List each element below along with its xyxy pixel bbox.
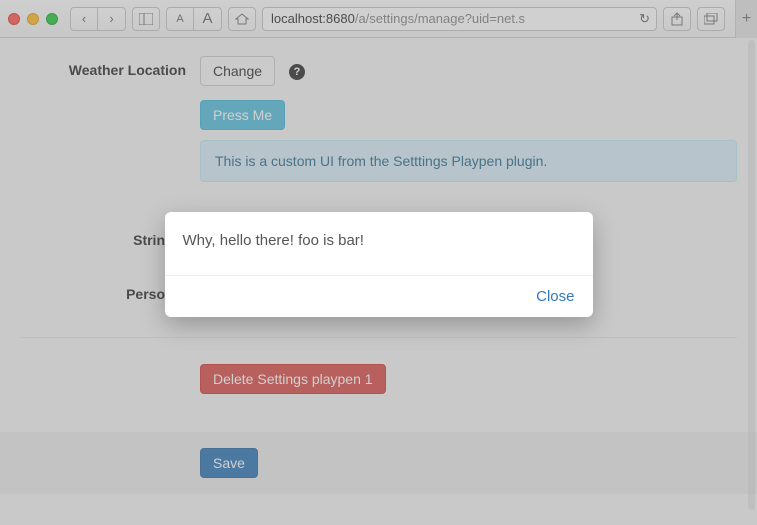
dialog-close-button[interactable]: Close (536, 288, 574, 305)
alert-dialog: Why, hello there! foo is bar! Close (165, 212, 593, 317)
dialog-message: Why, hello there! foo is bar! (165, 212, 593, 275)
